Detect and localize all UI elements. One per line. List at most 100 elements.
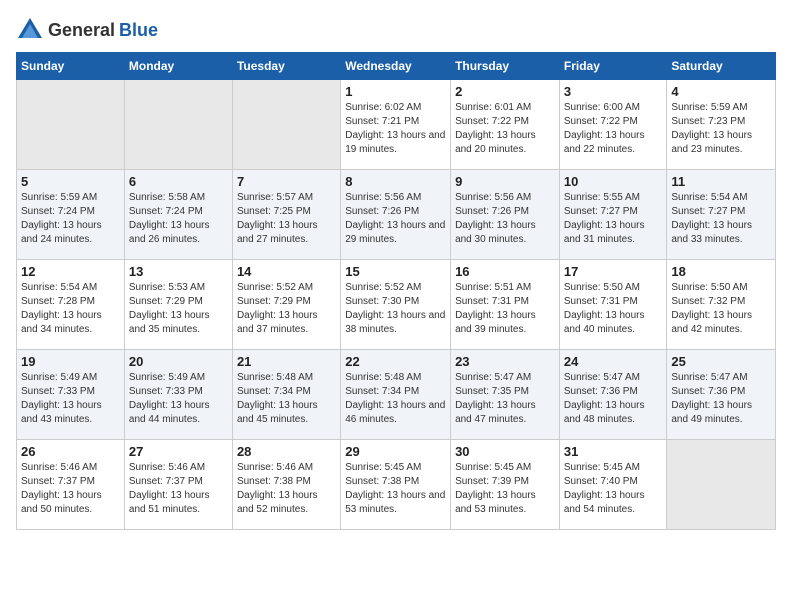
calendar-day-header: Wednesday (341, 53, 451, 80)
day-number: 10 (564, 174, 663, 189)
calendar-body: 1 Sunrise: 6:02 AMSunset: 7:21 PMDayligh… (17, 80, 776, 530)
day-number: 8 (345, 174, 446, 189)
day-info: Sunrise: 5:50 AMSunset: 7:31 PMDaylight:… (564, 281, 663, 337)
day-number: 31 (564, 444, 663, 459)
day-info: Sunrise: 5:46 AMSunset: 7:37 PMDaylight:… (129, 461, 228, 517)
logo-icon (16, 16, 44, 44)
calendar-day-header: Sunday (17, 53, 125, 80)
day-info: Sunrise: 5:55 AMSunset: 7:27 PMDaylight:… (564, 191, 663, 247)
calendar-cell: 14 Sunrise: 5:52 AMSunset: 7:29 PMDaylig… (232, 260, 340, 350)
day-number: 30 (455, 444, 555, 459)
day-info: Sunrise: 5:54 AMSunset: 7:27 PMDaylight:… (671, 191, 771, 247)
day-info: Sunrise: 5:53 AMSunset: 7:29 PMDaylight:… (129, 281, 228, 337)
calendar-cell: 4 Sunrise: 5:59 AMSunset: 7:23 PMDayligh… (667, 80, 776, 170)
day-info: Sunrise: 5:48 AMSunset: 7:34 PMDaylight:… (345, 371, 446, 427)
day-info: Sunrise: 5:59 AMSunset: 7:24 PMDaylight:… (21, 191, 120, 247)
day-number: 26 (21, 444, 120, 459)
calendar-cell: 22 Sunrise: 5:48 AMSunset: 7:34 PMDaylig… (341, 350, 451, 440)
calendar-day-header: Saturday (667, 53, 776, 80)
logo-blue: Blue (119, 20, 158, 41)
calendar-cell (232, 80, 340, 170)
day-info: Sunrise: 5:51 AMSunset: 7:31 PMDaylight:… (455, 281, 555, 337)
day-info: Sunrise: 5:45 AMSunset: 7:39 PMDaylight:… (455, 461, 555, 517)
calendar-week-row: 12 Sunrise: 5:54 AMSunset: 7:28 PMDaylig… (17, 260, 776, 350)
day-number: 12 (21, 264, 120, 279)
calendar-day-header: Thursday (451, 53, 560, 80)
calendar-cell: 3 Sunrise: 6:00 AMSunset: 7:22 PMDayligh… (559, 80, 667, 170)
day-number: 27 (129, 444, 228, 459)
day-info: Sunrise: 5:45 AMSunset: 7:40 PMDaylight:… (564, 461, 663, 517)
day-number: 7 (237, 174, 336, 189)
day-number: 6 (129, 174, 228, 189)
calendar-cell (667, 440, 776, 530)
day-info: Sunrise: 5:56 AMSunset: 7:26 PMDaylight:… (455, 191, 555, 247)
calendar-week-row: 5 Sunrise: 5:59 AMSunset: 7:24 PMDayligh… (17, 170, 776, 260)
calendar-week-row: 19 Sunrise: 5:49 AMSunset: 7:33 PMDaylig… (17, 350, 776, 440)
calendar-cell: 28 Sunrise: 5:46 AMSunset: 7:38 PMDaylig… (232, 440, 340, 530)
calendar-table: SundayMondayTuesdayWednesdayThursdayFrid… (16, 52, 776, 530)
day-info: Sunrise: 5:48 AMSunset: 7:34 PMDaylight:… (237, 371, 336, 427)
calendar-cell: 13 Sunrise: 5:53 AMSunset: 7:29 PMDaylig… (124, 260, 232, 350)
calendar-cell (17, 80, 125, 170)
calendar-cell: 2 Sunrise: 6:01 AMSunset: 7:22 PMDayligh… (451, 80, 560, 170)
calendar-cell: 7 Sunrise: 5:57 AMSunset: 7:25 PMDayligh… (232, 170, 340, 260)
calendar-cell: 19 Sunrise: 5:49 AMSunset: 7:33 PMDaylig… (17, 350, 125, 440)
day-info: Sunrise: 5:58 AMSunset: 7:24 PMDaylight:… (129, 191, 228, 247)
calendar-cell: 25 Sunrise: 5:47 AMSunset: 7:36 PMDaylig… (667, 350, 776, 440)
day-info: Sunrise: 5:59 AMSunset: 7:23 PMDaylight:… (671, 101, 771, 157)
calendar-cell: 20 Sunrise: 5:49 AMSunset: 7:33 PMDaylig… (124, 350, 232, 440)
calendar-cell: 5 Sunrise: 5:59 AMSunset: 7:24 PMDayligh… (17, 170, 125, 260)
calendar-cell: 8 Sunrise: 5:56 AMSunset: 7:26 PMDayligh… (341, 170, 451, 260)
calendar-header-row: SundayMondayTuesdayWednesdayThursdayFrid… (17, 53, 776, 80)
day-number: 17 (564, 264, 663, 279)
day-number: 5 (21, 174, 120, 189)
day-number: 16 (455, 264, 555, 279)
day-info: Sunrise: 5:54 AMSunset: 7:28 PMDaylight:… (21, 281, 120, 337)
day-info: Sunrise: 5:47 AMSunset: 7:35 PMDaylight:… (455, 371, 555, 427)
day-number: 9 (455, 174, 555, 189)
day-info: Sunrise: 5:57 AMSunset: 7:25 PMDaylight:… (237, 191, 336, 247)
day-number: 23 (455, 354, 555, 369)
day-number: 3 (564, 84, 663, 99)
day-number: 19 (21, 354, 120, 369)
calendar-cell: 26 Sunrise: 5:46 AMSunset: 7:37 PMDaylig… (17, 440, 125, 530)
day-info: Sunrise: 5:47 AMSunset: 7:36 PMDaylight:… (671, 371, 771, 427)
calendar-cell: 12 Sunrise: 5:54 AMSunset: 7:28 PMDaylig… (17, 260, 125, 350)
day-number: 24 (564, 354, 663, 369)
calendar-cell: 23 Sunrise: 5:47 AMSunset: 7:35 PMDaylig… (451, 350, 560, 440)
calendar-cell: 9 Sunrise: 5:56 AMSunset: 7:26 PMDayligh… (451, 170, 560, 260)
day-number: 15 (345, 264, 446, 279)
day-number: 22 (345, 354, 446, 369)
calendar-day-header: Friday (559, 53, 667, 80)
calendar-cell: 21 Sunrise: 5:48 AMSunset: 7:34 PMDaylig… (232, 350, 340, 440)
day-info: Sunrise: 5:49 AMSunset: 7:33 PMDaylight:… (21, 371, 120, 427)
day-info: Sunrise: 5:45 AMSunset: 7:38 PMDaylight:… (345, 461, 446, 517)
calendar-cell: 18 Sunrise: 5:50 AMSunset: 7:32 PMDaylig… (667, 260, 776, 350)
day-info: Sunrise: 5:46 AMSunset: 7:38 PMDaylight:… (237, 461, 336, 517)
calendar-day-header: Monday (124, 53, 232, 80)
logo: General Blue (16, 16, 158, 44)
day-number: 4 (671, 84, 771, 99)
day-info: Sunrise: 6:00 AMSunset: 7:22 PMDaylight:… (564, 101, 663, 157)
calendar-cell (124, 80, 232, 170)
calendar-cell: 24 Sunrise: 5:47 AMSunset: 7:36 PMDaylig… (559, 350, 667, 440)
calendar-cell: 11 Sunrise: 5:54 AMSunset: 7:27 PMDaylig… (667, 170, 776, 260)
day-number: 28 (237, 444, 336, 459)
calendar-cell: 31 Sunrise: 5:45 AMSunset: 7:40 PMDaylig… (559, 440, 667, 530)
day-number: 1 (345, 84, 446, 99)
calendar-cell: 1 Sunrise: 6:02 AMSunset: 7:21 PMDayligh… (341, 80, 451, 170)
page-header: General Blue (16, 16, 776, 44)
calendar-day-header: Tuesday (232, 53, 340, 80)
day-number: 29 (345, 444, 446, 459)
calendar-cell: 10 Sunrise: 5:55 AMSunset: 7:27 PMDaylig… (559, 170, 667, 260)
day-info: Sunrise: 6:01 AMSunset: 7:22 PMDaylight:… (455, 101, 555, 157)
calendar-week-row: 26 Sunrise: 5:46 AMSunset: 7:37 PMDaylig… (17, 440, 776, 530)
calendar-cell: 6 Sunrise: 5:58 AMSunset: 7:24 PMDayligh… (124, 170, 232, 260)
calendar-week-row: 1 Sunrise: 6:02 AMSunset: 7:21 PMDayligh… (17, 80, 776, 170)
day-number: 13 (129, 264, 228, 279)
calendar-cell: 15 Sunrise: 5:52 AMSunset: 7:30 PMDaylig… (341, 260, 451, 350)
day-info: Sunrise: 5:52 AMSunset: 7:29 PMDaylight:… (237, 281, 336, 337)
calendar-cell: 29 Sunrise: 5:45 AMSunset: 7:38 PMDaylig… (341, 440, 451, 530)
day-number: 25 (671, 354, 771, 369)
day-info: Sunrise: 5:50 AMSunset: 7:32 PMDaylight:… (671, 281, 771, 337)
